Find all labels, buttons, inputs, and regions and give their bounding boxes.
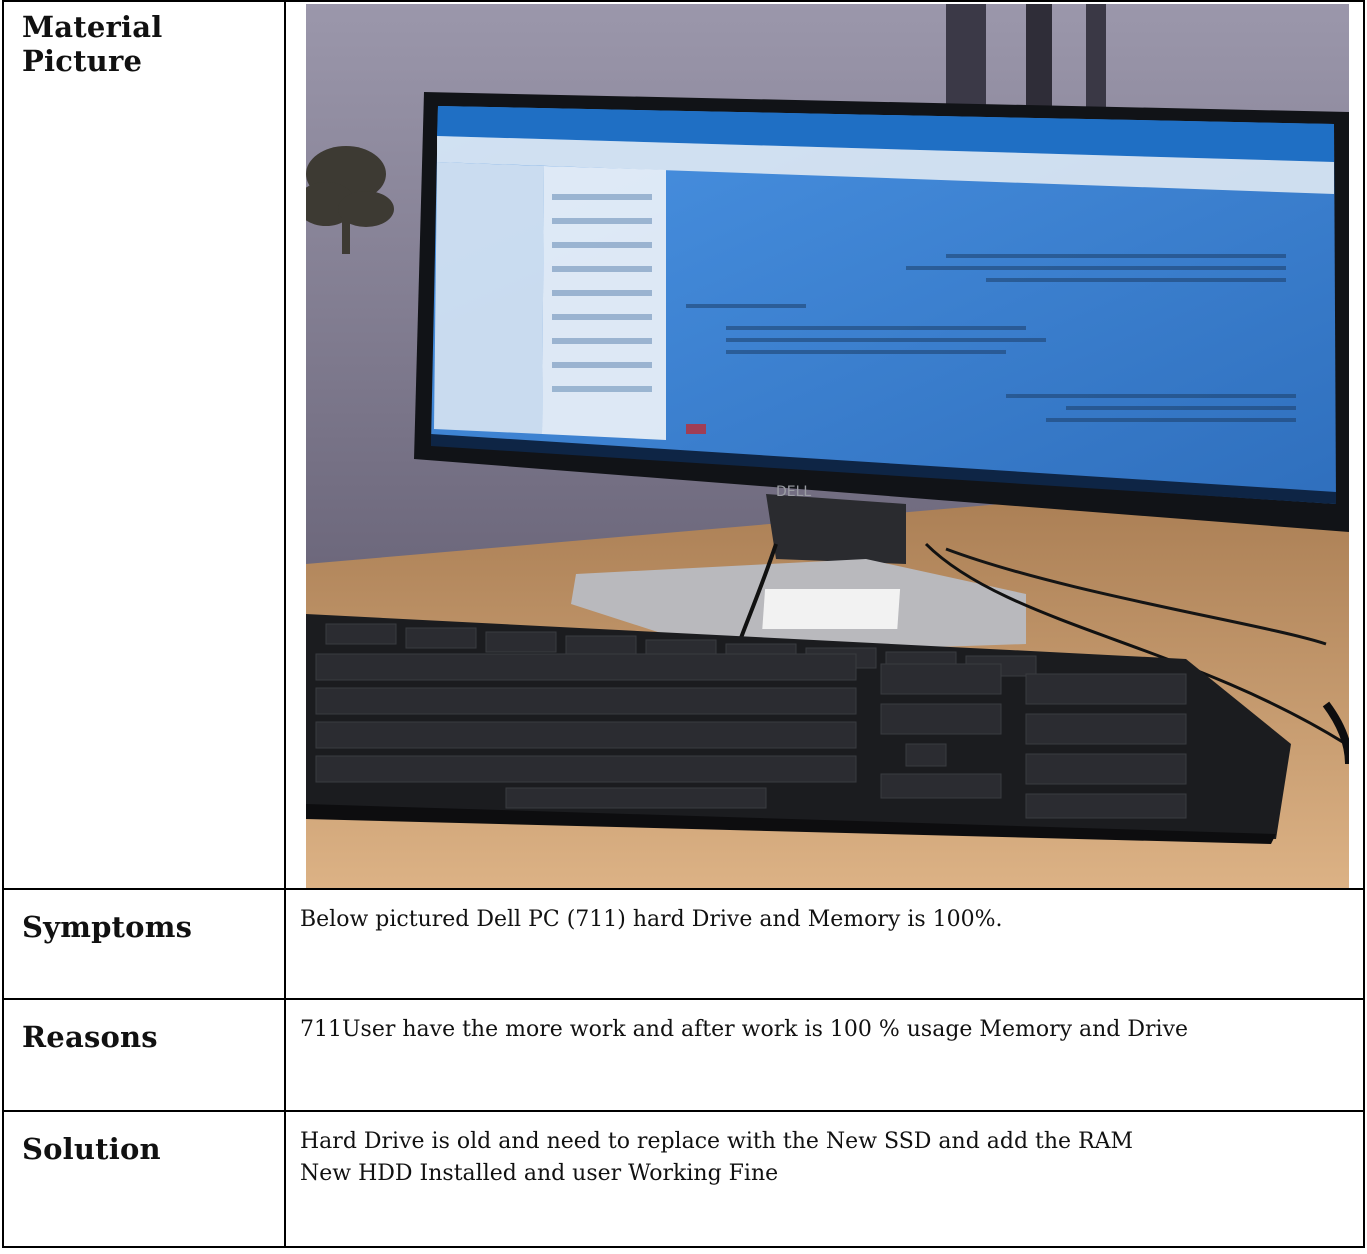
material-picture-label-cell: Material Picture (2, 0, 286, 890)
symptoms-label-cell: Symptoms (2, 888, 286, 1000)
material-picture-cell: DELL (284, 0, 1365, 890)
reasons-label: Reasons (22, 1020, 158, 1054)
reasons-text: 711User have the more work and after wor… (300, 1017, 1189, 1042)
symptoms-row: Symptoms Below pictured Dell PC (711) ha… (2, 888, 1365, 1000)
solution-line: Hard Drive is old and need to replace wi… (300, 1129, 1134, 1154)
reasons-label-cell: Reasons (2, 998, 286, 1112)
pc-photo-illustration: DELL (306, 4, 1349, 888)
solution-cell: Hard Drive is old and need to replace wi… (284, 1110, 1365, 1248)
solution-text: Hard Drive is old and need to replace wi… (286, 1112, 1363, 1190)
reasons-cell: 711User have the more work and after wor… (284, 998, 1365, 1112)
symptoms-text: Below pictured Dell PC (711) hard Drive … (300, 907, 1003, 932)
solution-label-cell: Solution (2, 1110, 286, 1248)
reasons-row: Reasons 711User have the more work and a… (2, 998, 1365, 1112)
material-picture-row: Material Picture DELL (2, 0, 1365, 890)
material-photo: DELL (306, 4, 1349, 888)
solution-row: Solution Hard Drive is old and need to r… (2, 1110, 1365, 1248)
symptoms-cell: Below pictured Dell PC (711) hard Drive … (284, 888, 1365, 1000)
material-picture-label: Material Picture (22, 10, 163, 78)
solution-label: Solution (22, 1132, 161, 1166)
monitor-brand-text: DELL (776, 484, 811, 500)
report-table: Material Picture DELL Symptoms Below pic… (2, 0, 1365, 1248)
solution-line: New HDD Installed and user Working Fine (300, 1161, 779, 1186)
symptoms-label: Symptoms (22, 910, 193, 944)
